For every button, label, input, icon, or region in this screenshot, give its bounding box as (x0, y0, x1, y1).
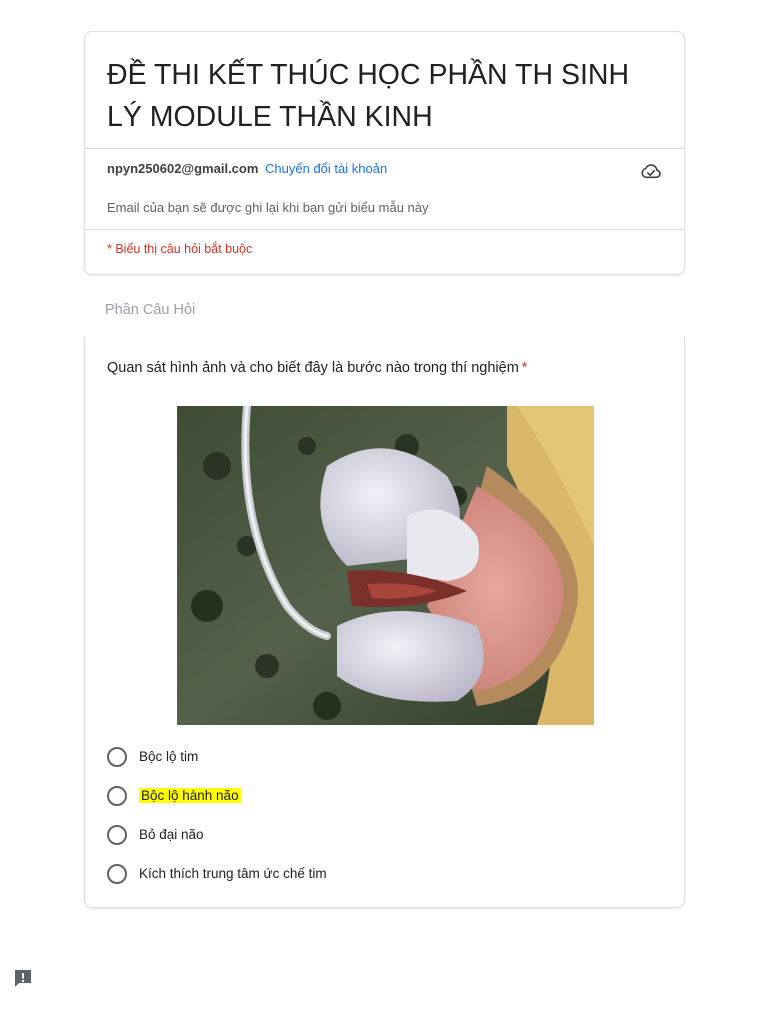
cloud-icon[interactable] (640, 162, 662, 180)
required-star: * (521, 360, 528, 376)
option-label: Bộc lộ tim (139, 749, 199, 764)
option-label: Kích thích trung tâm ức chế tim (139, 866, 327, 881)
question-card: Quan sát hình ảnh và cho biết đây là bướ… (84, 336, 685, 908)
radio-button[interactable] (107, 863, 127, 884)
section-title: Phần Câu Hỏi (105, 302, 196, 318)
account-row: npyn250602@gmail.com Chuyển đổi tài khoả… (107, 161, 387, 177)
radio-button[interactable] (107, 746, 127, 767)
account-email: npyn250602@gmail.com (107, 161, 259, 176)
required-note: * Biểu thị câu hỏi bắt buộc (107, 242, 253, 256)
option-label: Bỏ đại não (139, 827, 204, 842)
option-boc-lo-hanh-nao[interactable]: Bộc lộ hành não (107, 776, 327, 815)
question-text: Quan sát hình ảnh và cho biết đây là bướ… (107, 360, 527, 376)
form-header-card: ĐỀ THI KẾT THÚC HỌC PHẦN TH SINH LÝ MODU… (84, 31, 685, 275)
option-boc-lo-tim[interactable]: Bộc lộ tim (107, 737, 327, 776)
option-kich-thich-trung-tam[interactable]: Kích thích trung tâm ức chế tim (107, 854, 327, 893)
report-icon[interactable] (13, 968, 33, 988)
frog-dissection-photo (177, 406, 594, 725)
question-image (177, 406, 594, 725)
email-recorded-note: Email của bạn sẽ được ghi lại khi bạn gử… (107, 200, 429, 215)
form-title: ĐỀ THI KẾT THÚC HỌC PHẦN TH SINH LÝ MODU… (107, 59, 630, 133)
radio-button[interactable] (107, 824, 127, 845)
answer-options: Bộc lộ tim Bộc lộ hành não Bỏ đại não Kí… (107, 737, 327, 893)
switch-account-link[interactable]: Chuyển đổi tài khoản (265, 161, 387, 176)
account-divider (85, 229, 684, 230)
option-bo-dai-nao[interactable]: Bỏ đại não (107, 815, 327, 854)
radio-button[interactable] (107, 785, 127, 806)
option-label: Bộc lộ hành não (139, 788, 241, 803)
form-page: ĐỀ THI KẾT THÚC HỌC PHẦN TH SINH LÝ MODU… (0, 0, 768, 1024)
question-label: Quan sát hình ảnh và cho biết đây là bướ… (107, 360, 519, 376)
header-divider (85, 148, 684, 149)
